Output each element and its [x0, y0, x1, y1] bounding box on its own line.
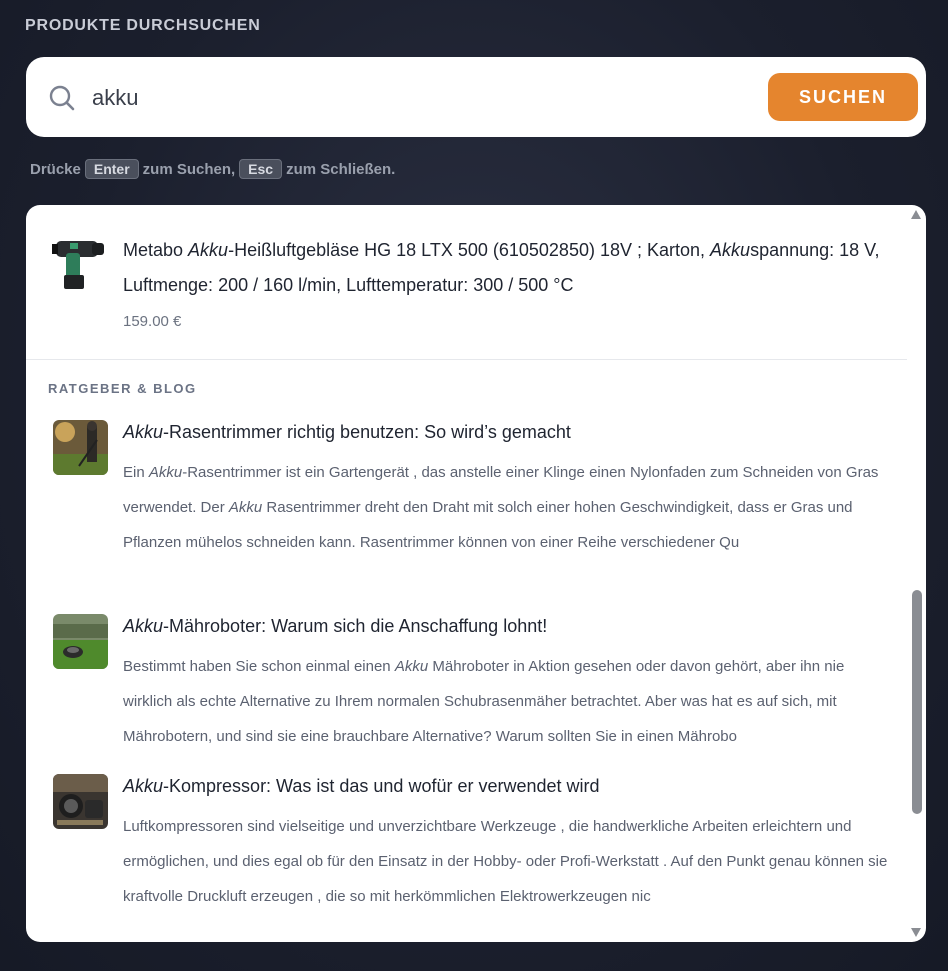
blog-title-highlight: Akku [123, 616, 164, 636]
search-heading: PRODUKTE DURCHSUCHEN [25, 17, 261, 34]
product-title-part: -Heißluftgebläse HG 18 LTX 500 (61050285… [228, 240, 711, 260]
blog-title-text: -Mähroboter: Warum sich die Anschaffung … [163, 616, 548, 636]
robot-mower-image [53, 614, 108, 669]
results-panel: Metabo Akku-Heißluftgebläse HG 18 LTX 50… [26, 205, 926, 942]
blog-title: Akku-Rasentrimmer richtig benutzen: So w… [123, 422, 571, 443]
product-title-highlight: Akku [710, 240, 751, 260]
blog-result[interactable]: Akku-Rasentrimmer richtig benutzen: So w… [26, 420, 907, 600]
blog-excerpt: Bestimmt haben Sie schon einmal einen Ak… [123, 649, 888, 754]
blog-title-highlight: Akku [123, 776, 164, 796]
enter-key: Enter [84, 159, 139, 179]
product-result[interactable]: Metabo Akku-Heißluftgebläse HG 18 LTX 50… [26, 205, 907, 360]
product-price: 159.00 € [123, 313, 182, 330]
section-label-blog: RATGEBER & BLOG [48, 381, 197, 396]
product-title-part: Metabo [123, 240, 189, 260]
search-button[interactable]: SUCHEN [768, 73, 918, 121]
blog-excerpt: Ein Akku-Rasentrimmer ist ein Gartengerä… [123, 455, 888, 560]
blog-title-text: -Rasentrimmer richtig benutzen: So wird’… [163, 422, 571, 442]
excerpt-part: Ein [123, 464, 149, 481]
search-input[interactable] [92, 80, 732, 116]
excerpt-highlight: Akku [148, 464, 183, 481]
esc-key: Esc [239, 159, 283, 179]
excerpt-highlight: Akku [394, 658, 429, 675]
lawn-trimmer-image [53, 420, 108, 475]
compressor-image [53, 774, 108, 829]
excerpt-part: Bestimmt haben Sie schon einmal einen [123, 658, 395, 675]
blog-title: Akku-Mähroboter: Warum sich die Anschaff… [123, 616, 547, 637]
scroll-down-arrow-icon[interactable] [910, 926, 922, 938]
blog-result[interactable]: Akku-Mähroboter: Warum sich die Anschaff… [26, 614, 907, 759]
blog-title: Akku-Kompressor: Was ist das und wofür e… [123, 776, 600, 797]
excerpt-highlight: Akku [228, 499, 263, 516]
hint-prefix: Drücke [30, 160, 81, 178]
scroll-up-arrow-icon[interactable] [910, 209, 922, 221]
hint-suffix: zum Schließen. [286, 160, 396, 178]
search-icon [49, 85, 75, 111]
blog-excerpt: Luftkompressoren sind vielseitige und un… [123, 818, 888, 905]
keyboard-hint: Drücke Enter zum Suchen, Esc zum Schließ… [30, 159, 395, 179]
blog-result[interactable]: Akku-Kompressor: Was ist das und wofür e… [26, 774, 907, 942]
blog-title-highlight: Akku [123, 422, 164, 442]
product-title: Metabo Akku-Heißluftgebläse HG 18 LTX 50… [123, 233, 893, 303]
blog-title-text: -Kompressor: Was ist das und wofür er ve… [163, 776, 600, 796]
heat-gun-icon [52, 241, 104, 289]
product-title-highlight: Akku [188, 240, 229, 260]
scrollbar-thumb[interactable] [912, 590, 922, 814]
hint-middle: zum Suchen, [142, 160, 236, 178]
